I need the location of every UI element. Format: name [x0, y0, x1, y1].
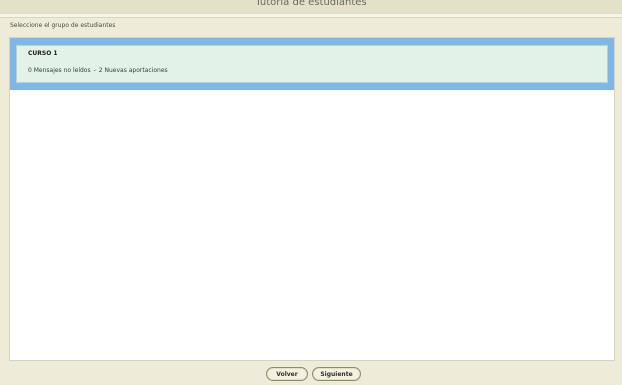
back-button[interactable]: Volver: [266, 367, 308, 381]
group-card-body: CURSO 1 0 Mensajes no leídos -2 Nuevas ap…: [16, 45, 608, 83]
group-card-curso-1[interactable]: CURSO 1 0 Mensajes no leídos -2 Nuevas ap…: [10, 38, 614, 90]
unread-messages-count: 0 Mensajes no leídos: [28, 67, 91, 74]
group-list-panel: CURSO 1 0 Mensajes no leídos -2 Nuevas ap…: [9, 37, 615, 361]
title-divider: [0, 14, 622, 18]
window-title: Tutoría de estudiantes: [255, 0, 367, 8]
app-window: Tutoría de estudiantes Seleccione el gru…: [0, 0, 622, 385]
next-button[interactable]: Siguiente: [312, 367, 361, 381]
group-stats: 0 Mensajes no leídos -2 Nuevas aportacion…: [28, 67, 168, 74]
footer-bar: Volver Siguiente: [0, 361, 622, 385]
new-contributions-count: 2 Nuevas aportaciones: [98, 67, 168, 74]
stats-separator: -: [93, 67, 96, 74]
instruction-text: Seleccione el grupo de estudiantes: [10, 22, 116, 29]
group-name: CURSO 1: [28, 50, 58, 57]
title-bar: Tutoría de estudiantes: [0, 0, 622, 14]
